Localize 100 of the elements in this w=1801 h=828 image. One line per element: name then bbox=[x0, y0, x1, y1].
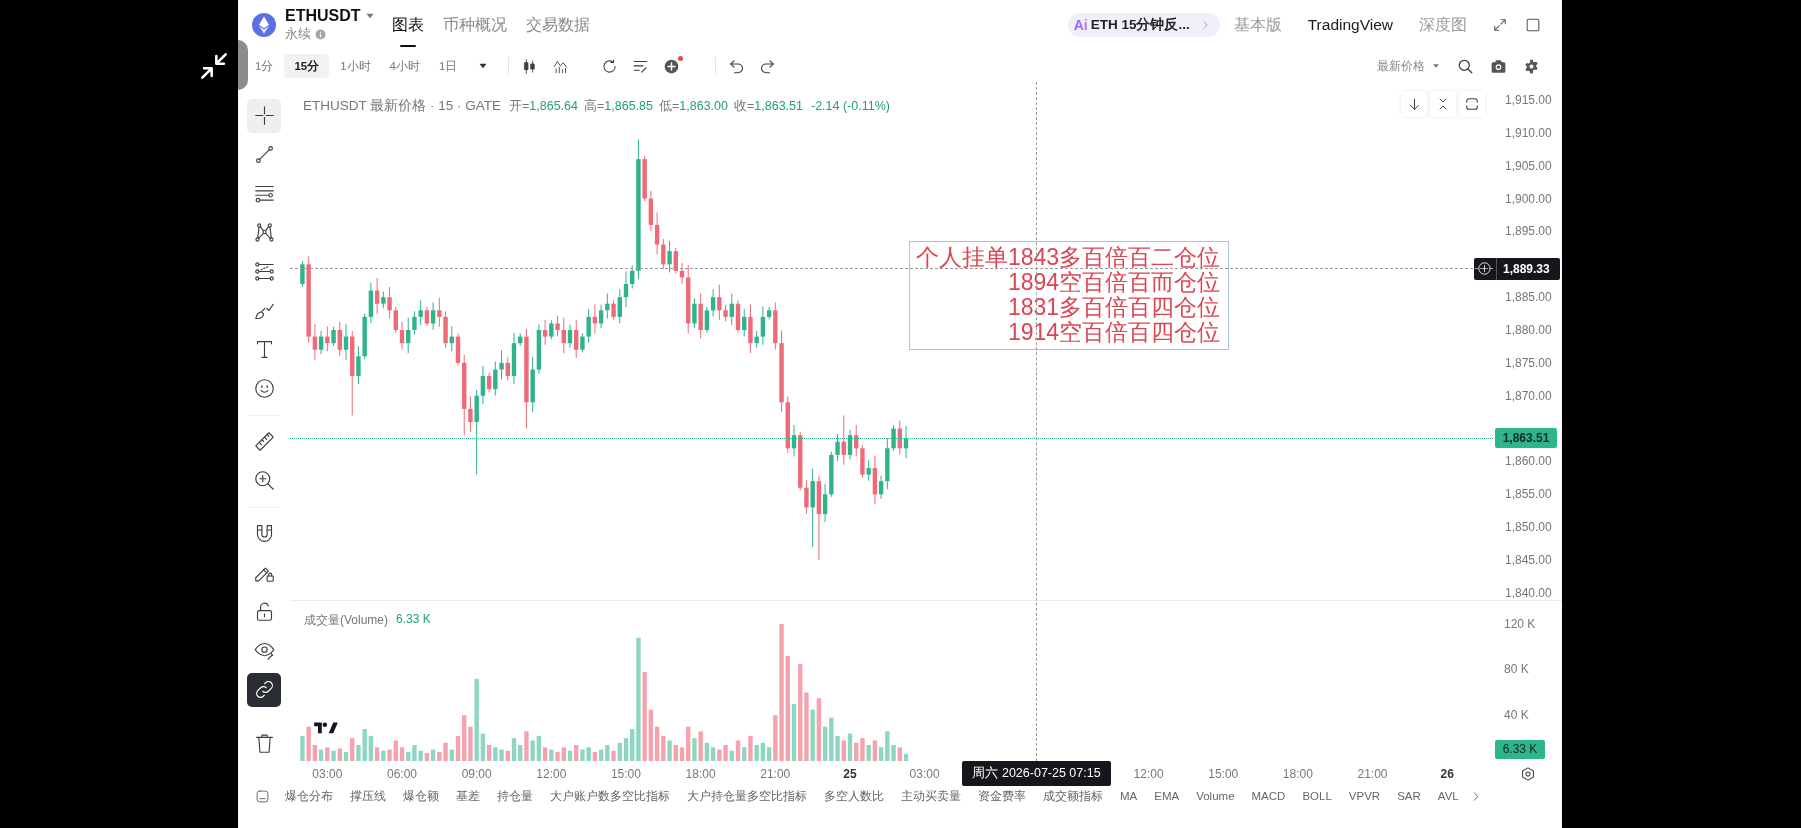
eye-icon[interactable] bbox=[253, 640, 275, 661]
chart-logo-icon bbox=[314, 721, 338, 734]
trash-icon[interactable] bbox=[253, 732, 275, 754]
indicator-tab[interactable]: MA bbox=[1120, 788, 1138, 804]
price-tick-label: 1,875.00 bbox=[1504, 354, 1553, 372]
indicators-icon[interactable] bbox=[553, 58, 569, 74]
time-tick-label: 21:00 bbox=[760, 766, 791, 781]
cursor-time-label: 周六 2026-07-25 07:15 bbox=[962, 761, 1111, 786]
indicator-tab[interactable]: 多空人数比 bbox=[824, 788, 884, 804]
list-icon[interactable] bbox=[633, 58, 649, 74]
time-tick-label: 15:00 bbox=[610, 766, 641, 781]
horizontal-lines-icon[interactable] bbox=[253, 183, 275, 204]
level-lines-icon[interactable] bbox=[253, 261, 275, 282]
indicator-tab[interactable]: 主动买卖量 bbox=[901, 788, 961, 804]
drawing-tool-button[interactable] bbox=[247, 672, 281, 707]
time-tick-label: 12:00 bbox=[1133, 766, 1164, 781]
search-icon[interactable] bbox=[1458, 58, 1473, 74]
volume-tick-label: 120 K bbox=[1503, 615, 1537, 633]
time-tick-label: 12:00 bbox=[536, 766, 567, 781]
indicator-tab[interactable]: 成交额指标 bbox=[1043, 788, 1103, 804]
redo-icon[interactable] bbox=[760, 58, 776, 74]
price-tick-label: 1,895.00 bbox=[1504, 223, 1553, 241]
price-tick-label: 1,905.00 bbox=[1504, 157, 1553, 175]
time-tick-label: 03:00 bbox=[909, 766, 940, 781]
page-tab[interactable]: 币种概况 bbox=[441, 0, 508, 50]
page-tab[interactable]: 图表 bbox=[390, 0, 425, 50]
date-tick-label: 25 bbox=[843, 766, 857, 781]
panel-toggle-icon[interactable] bbox=[256, 789, 269, 803]
interval-tab[interactable]: 1小时 bbox=[332, 54, 379, 78]
plus-circle-icon[interactable] bbox=[1478, 262, 1491, 276]
crosshair-icon[interactable] bbox=[253, 105, 275, 126]
symbol-name[interactable]: ETHUSDT bbox=[285, 6, 361, 25]
price-tick-label: 1,885.00 bbox=[1504, 289, 1553, 307]
indicator-tab[interactable]: 爆仓额 bbox=[403, 788, 439, 804]
caret-down-icon[interactable] bbox=[478, 61, 489, 71]
loop-icon[interactable] bbox=[1465, 97, 1479, 111]
price-tick-label: 1,840.00 bbox=[1504, 584, 1553, 602]
contract-type: 永续 bbox=[285, 26, 311, 42]
indicator-tab[interactable]: 持仓量 bbox=[497, 788, 533, 804]
camera-icon[interactable] bbox=[1491, 58, 1506, 74]
indicator-tab[interactable]: 爆仓分布 bbox=[285, 788, 333, 804]
settings-icon[interactable] bbox=[1520, 766, 1535, 781]
indicator-tab[interactable]: VPVR bbox=[1348, 788, 1381, 804]
indicator-tab[interactable]: SAR bbox=[1397, 788, 1421, 804]
indicator-tab[interactable]: MACD bbox=[1251, 788, 1286, 804]
link-icon[interactable] bbox=[253, 679, 275, 700]
indicator-tab[interactable]: Volume bbox=[1196, 788, 1235, 804]
settings-icon[interactable] bbox=[1524, 58, 1539, 74]
collapse-icon[interactable] bbox=[200, 52, 228, 80]
price-tick-label: 1,915.00 bbox=[1504, 92, 1553, 109]
indicator-tab[interactable]: 大户持仓量多空比指标 bbox=[687, 788, 807, 804]
view-tab[interactable]: TradingView bbox=[1307, 14, 1393, 36]
interval-tab[interactable]: 15分 bbox=[284, 54, 330, 78]
annotation-box[interactable]: 个人挂单1843多百倍百二仓位 1894空百倍百而仓位 1831多百倍百四仓位 1914空百倍百四仓位 bbox=[909, 241, 1230, 350]
auto-scale-button[interactable] bbox=[1459, 91, 1485, 117]
smiley-icon[interactable] bbox=[253, 378, 275, 399]
indicator-tab[interactable]: AVL bbox=[1437, 788, 1459, 804]
ohlc-reading: 低=1,863.00 bbox=[659, 97, 728, 115]
trend-line-icon[interactable] bbox=[253, 144, 275, 165]
price-tick-label: 1,845.00 bbox=[1504, 552, 1553, 570]
time-tick-label: 06:00 bbox=[386, 766, 417, 781]
cursor-price: 1,889.33 bbox=[1503, 261, 1550, 276]
indicator-tab[interactable]: BOLL bbox=[1302, 788, 1332, 804]
side-handle[interactable] bbox=[238, 40, 248, 90]
price-change: -2.14 (-0.11%) bbox=[810, 99, 890, 113]
indicator-tab[interactable]: 大户账户数多空比指标 bbox=[550, 788, 670, 804]
chart-title: ETHUSDT 最新价格 · 15 · GATE bbox=[303, 97, 502, 115]
price-source-dropdown[interactable]: 最新价格 bbox=[1377, 57, 1440, 75]
interval-tab[interactable]: 4小时 bbox=[381, 54, 428, 78]
indicator-tab[interactable]: 资金费率 bbox=[978, 788, 1026, 804]
ohlc-reading: 高=1,865.85 bbox=[584, 97, 653, 115]
arrow-down-icon[interactable] bbox=[1407, 97, 1421, 111]
add-icon[interactable] bbox=[664, 58, 680, 74]
annotation-text: 1894空百倍百而仓位 bbox=[1008, 270, 1221, 295]
interval-tab[interactable]: 1分 bbox=[247, 54, 282, 78]
refresh-icon[interactable] bbox=[602, 58, 618, 74]
interval-tab[interactable]: 1日 bbox=[431, 54, 466, 78]
indicator-tab[interactable]: EMA bbox=[1154, 788, 1180, 804]
date-tick-label: 26 bbox=[1440, 766, 1454, 781]
time-tick-label: 18:00 bbox=[1282, 766, 1313, 781]
price-tick-label: 1,910.00 bbox=[1504, 124, 1553, 142]
assistant-chip[interactable]: Ai ETH 15分钟反... bbox=[1067, 13, 1220, 37]
fullscreen-icon[interactable] bbox=[1493, 18, 1507, 32]
time-tick-label: 18:00 bbox=[685, 766, 716, 781]
candles-icon[interactable] bbox=[522, 58, 538, 74]
scroll-button[interactable] bbox=[1401, 91, 1427, 117]
time-tick-label: 21:00 bbox=[1357, 766, 1388, 781]
node-pattern-icon[interactable] bbox=[253, 222, 275, 243]
indicator-tab[interactable]: 撑压线 bbox=[350, 788, 386, 804]
ruler-icon[interactable] bbox=[253, 431, 275, 452]
last-volume-label: 6.33 K bbox=[1495, 739, 1545, 759]
chevrons-icon[interactable] bbox=[1437, 98, 1449, 110]
indicator-tab[interactable]: 基差 bbox=[456, 788, 480, 804]
undo-icon[interactable] bbox=[729, 58, 745, 74]
page-tab[interactable]: 交易数据 bbox=[524, 0, 591, 50]
zoom-in-icon[interactable] bbox=[253, 470, 275, 491]
drawing-tool-button[interactable] bbox=[247, 98, 281, 133]
volume-tick-label: 40 K bbox=[1503, 707, 1530, 725]
window-icon[interactable] bbox=[1526, 18, 1540, 32]
volume-title: 成交量(Volume) bbox=[304, 612, 389, 629]
